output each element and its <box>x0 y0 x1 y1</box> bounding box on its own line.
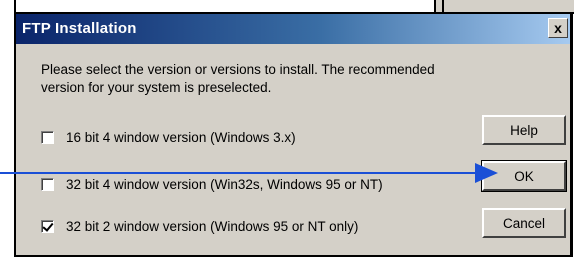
cancel-button[interactable]: Cancel <box>482 208 566 238</box>
option-label: 32 bit 4 window version (Win32s, Windows… <box>66 176 383 192</box>
option-32bit-4window[interactable]: 32 bit 4 window version (Win32s, Windows… <box>41 174 383 194</box>
dialog-title: FTP Installation <box>22 20 137 37</box>
ftp-installation-dialog: FTP Installation x Please select the ver… <box>14 12 573 257</box>
checkbox-32bit-2window[interactable] <box>41 219 54 233</box>
background-frame-edge <box>14 0 16 12</box>
checkbox-16bit-4window[interactable] <box>41 130 54 144</box>
help-button[interactable]: Help <box>482 115 566 145</box>
option-label: 32 bit 2 window version (Windows 95 or N… <box>66 218 359 234</box>
option-32bit-2window[interactable]: 32 bit 2 window version (Windows 95 or N… <box>41 216 358 236</box>
title-bar[interactable]: FTP Installation x <box>16 14 570 44</box>
option-16bit-4window[interactable]: 16 bit 4 window version (Windows 3.x) <box>41 127 296 147</box>
ok-button[interactable]: OK <box>481 160 567 192</box>
option-label: 16 bit 4 window version (Windows 3.x) <box>66 129 296 145</box>
close-button[interactable]: x <box>548 18 568 38</box>
instruction-text: Please select the version or versions to… <box>41 62 435 95</box>
checkbox-32bit-4window[interactable] <box>41 177 54 191</box>
close-icon: x <box>554 20 562 36</box>
